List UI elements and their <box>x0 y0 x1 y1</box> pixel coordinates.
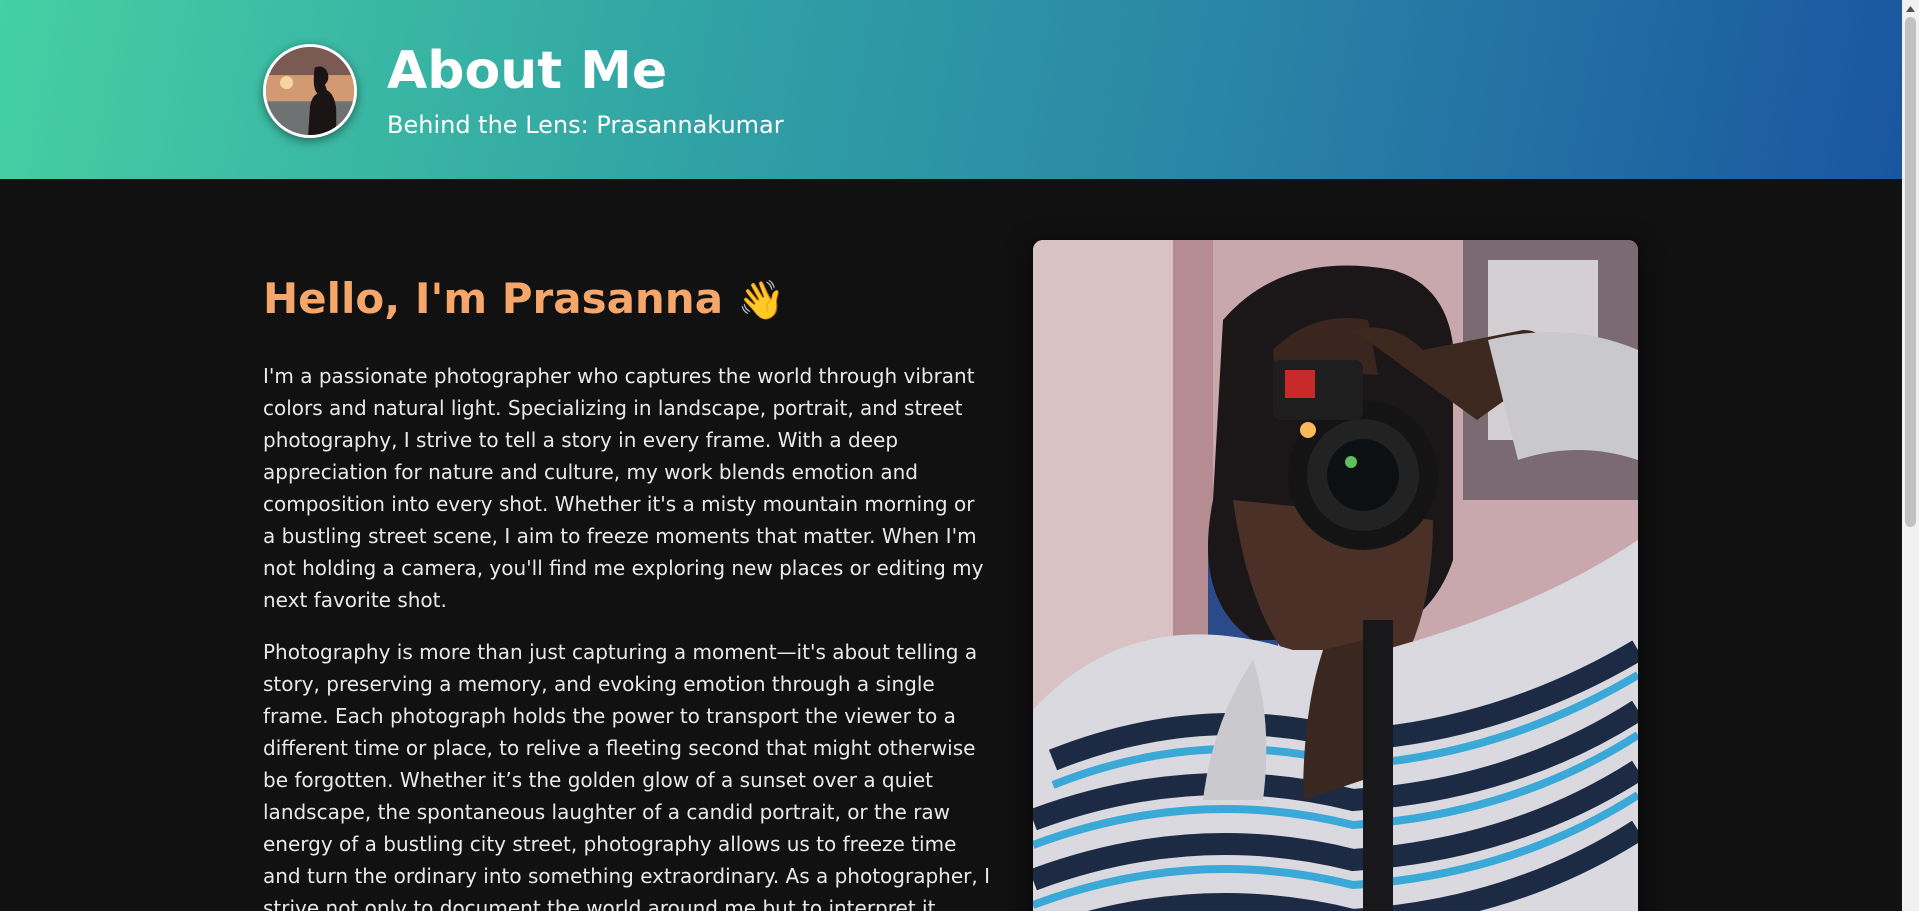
bio-paragraph-2: Photography is more than just capturing … <box>263 640 990 911</box>
photographer-photo <box>1033 240 1638 911</box>
scrollbar-thumb[interactable] <box>1905 17 1916 527</box>
greeting-text: Hello, I'm Prasanna <box>263 274 724 323</box>
page-subtitle: Behind the Lens: Prasannakumar <box>387 111 784 139</box>
page-title: About Me <box>387 41 668 101</box>
greeting-heading: Hello, I'm Prasanna 👋 <box>263 274 785 324</box>
waving-hand-icon: 👋 <box>737 278 786 322</box>
page-header: About Me Behind the Lens: Prasannakumar <box>0 0 1902 179</box>
profile-avatar <box>263 44 357 138</box>
scroll-up-arrow-icon[interactable] <box>1902 0 1919 17</box>
vertical-scrollbar[interactable] <box>1902 0 1919 911</box>
bio-paragraph-1: I'm a passionate photographer who captur… <box>263 364 984 612</box>
